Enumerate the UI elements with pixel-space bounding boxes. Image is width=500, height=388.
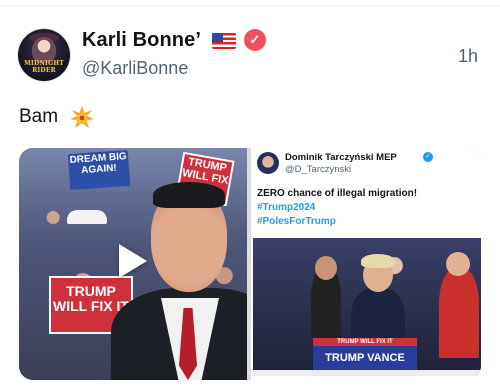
quoted-hashtag-1: #Trump2024	[257, 202, 316, 213]
video-thumbnail[interactable]: DREAM BIG AGAIN! TRUMP WILL FIX IT TRUMP…	[19, 148, 247, 380]
podium-sign-top: TRUMP WILL FIX IT	[313, 338, 417, 346]
quoted-author-handle: @D_Tarczynski	[285, 164, 352, 175]
image-bottom-fade	[251, 370, 481, 380]
us-flag-icon	[212, 33, 236, 49]
media-grid: DREAM BIG AGAIN! TRUMP WILL FIX IT TRUMP…	[19, 148, 481, 380]
post-text: Bam	[19, 106, 59, 127]
collision-emoji-icon	[70, 106, 94, 128]
speaker-hair	[361, 254, 395, 268]
rally-photo: TRUMP WILL FIX IT TRUMP VANCE	[253, 238, 481, 376]
play-icon[interactable]	[119, 244, 147, 278]
audience-member-red	[439, 268, 479, 358]
display-name[interactable]: Karli Bonne’	[82, 29, 201, 52]
sign-dream-big: DREAM BIG AGAIN!	[67, 149, 131, 191]
white-cap	[67, 210, 107, 224]
quoted-hashtag-2: #PolesForTrump	[257, 216, 336, 227]
quoted-author-name: Dominik Tarczyński MEP	[285, 152, 397, 163]
man-hair	[153, 182, 225, 208]
avatar-logo-text: MIDNIGHT RIDER	[24, 60, 64, 74]
post-timestamp[interactable]: 1h	[458, 46, 478, 67]
top-divider	[0, 0, 500, 6]
quoted-verified-icon: ✓	[423, 152, 433, 162]
avatar[interactable]: MIDNIGHT RIDER	[18, 29, 70, 81]
user-handle[interactable]: @KarliBonne	[82, 58, 188, 79]
audience-member-head	[446, 252, 470, 276]
aide-head	[315, 256, 337, 280]
quoted-author-avatar	[257, 152, 279, 174]
podium-sign-main: TRUMP VANCE	[313, 346, 417, 370]
quoted-text: ZERO chance of illegal migration!	[257, 188, 418, 199]
verified-badge-icon[interactable]: ✓	[244, 29, 266, 51]
quoted-post-image[interactable]: Dominik Tarczyński MEP ✓ @D_Tarczynski Z…	[251, 148, 481, 380]
